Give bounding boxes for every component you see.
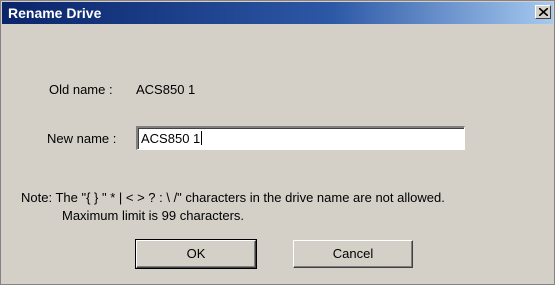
close-icon xyxy=(539,8,548,16)
new-name-input-text: ACS850 1 xyxy=(141,131,201,146)
close-button[interactable] xyxy=(535,5,551,19)
old-name-value: ACS850 1 xyxy=(136,82,196,97)
title-bar[interactable]: Rename Drive xyxy=(2,2,553,24)
new-name-label: New name : xyxy=(47,131,117,146)
cancel-button[interactable]: Cancel xyxy=(293,240,413,268)
old-name-label: Old name : xyxy=(49,82,113,97)
note-line-2: Maximum limit is 99 characters. xyxy=(62,208,245,223)
new-name-input[interactable]: ACS850 1 xyxy=(136,126,465,150)
rename-drive-dialog: Rename Drive Old name : ACS850 1 New nam… xyxy=(0,0,555,285)
ok-button[interactable]: OK xyxy=(135,239,257,269)
text-caret xyxy=(201,131,203,145)
dialog-title: Rename Drive xyxy=(8,5,102,21)
note-line-1: Note: The "{ } " * | < > ? : \ /" charac… xyxy=(21,190,445,205)
